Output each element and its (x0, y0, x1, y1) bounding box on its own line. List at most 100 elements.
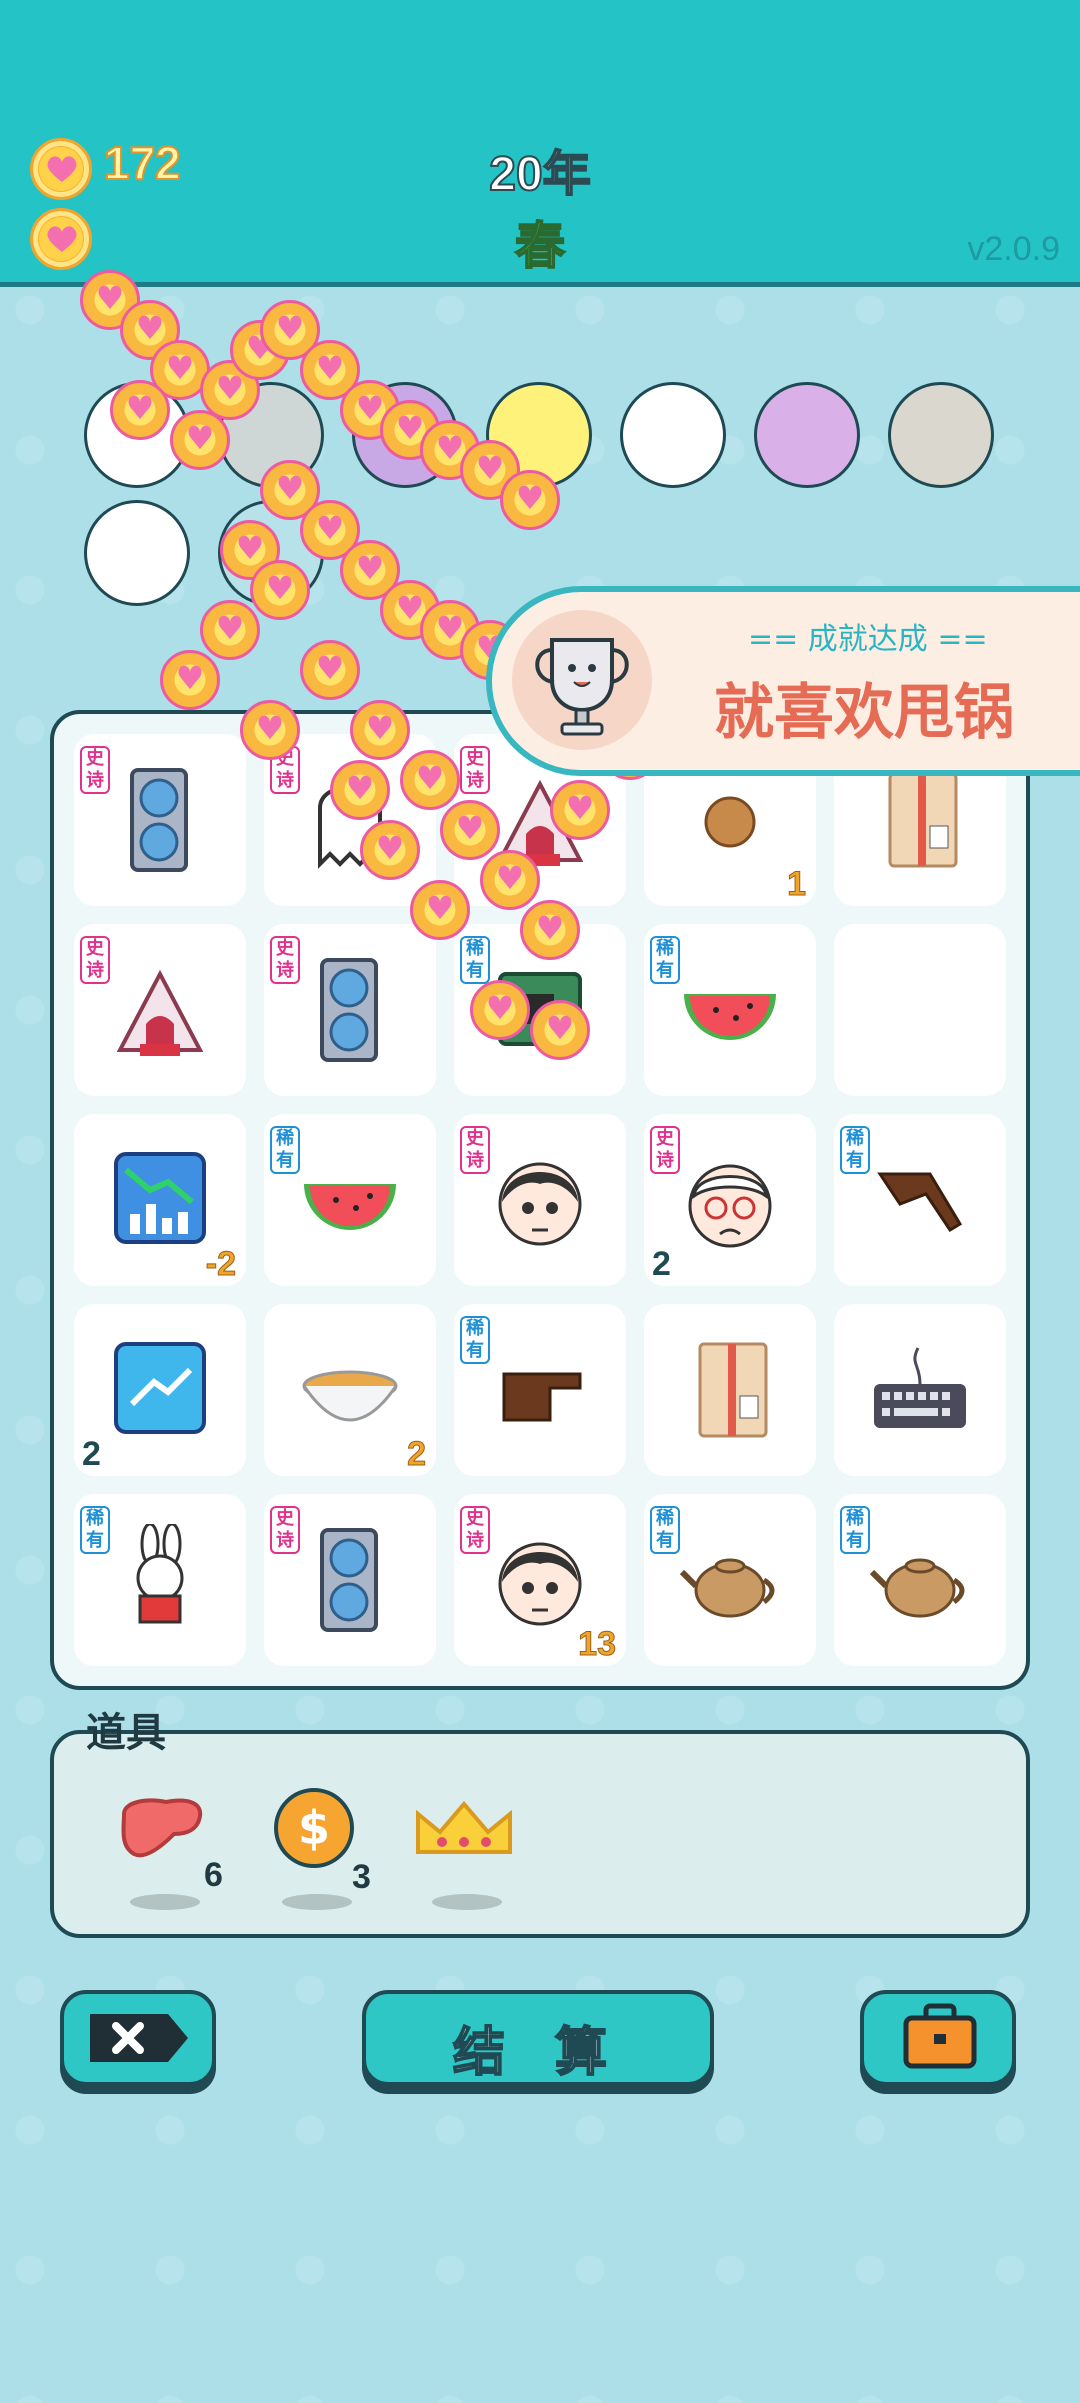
grid-cell[interactable]: 史诗 (264, 1494, 436, 1666)
rarity-tag: 史诗 (460, 1506, 490, 1554)
grid-cell[interactable] (834, 924, 1006, 1096)
dollar-coin-icon: $ (274, 1788, 354, 1868)
flying-coin (530, 1000, 590, 1060)
rice-bowl-icon[interactable] (84, 500, 190, 606)
grid-cell[interactable]: 史诗 13 (454, 1494, 626, 1666)
grid-cell[interactable]: 稀有 (644, 1494, 816, 1666)
item-count: 13 (578, 1625, 617, 1664)
rarity-tag: 稀有 (460, 936, 490, 984)
duck-pot-icon[interactable] (620, 382, 726, 488)
flying-coin (520, 900, 580, 960)
crown-icon (416, 1800, 512, 1854)
falling-chart-icon (114, 1152, 206, 1244)
grid-cell[interactable] (644, 1304, 816, 1476)
liver-icon (121, 1798, 203, 1858)
version-label: v2.0.9 (967, 230, 1060, 268)
svg-text:$: $ (298, 1801, 330, 1855)
flying-coin (360, 820, 420, 880)
achievement-banner: == 成就达成 == 就喜欢甩锅 (486, 586, 1080, 776)
rabbit-icon (136, 1524, 184, 1624)
close-button[interactable] (60, 1990, 216, 2086)
rabbit-icon[interactable] (754, 382, 860, 488)
flying-coin (470, 980, 530, 1040)
settle-button[interactable]: 结 算 (362, 1990, 714, 2086)
soup-bowl-icon (302, 1370, 398, 1422)
pointing-hand-down-icon (877, 1172, 963, 1233)
rarity-tag: 史诗 (80, 746, 110, 794)
grid-cell[interactable]: 稀有 (644, 924, 816, 1096)
grid-cell[interactable]: 史诗 (74, 924, 246, 1096)
screwdriver-icon[interactable] (888, 382, 994, 488)
grid-cell[interactable]: 史诗 (264, 924, 436, 1096)
trophy-icon (512, 610, 652, 750)
dollar-coin-count: 3 (352, 1858, 371, 1896)
flying-coin (160, 650, 220, 710)
rising-chart-icon (114, 1342, 206, 1434)
flying-coin (110, 380, 170, 440)
graphics-card-icon (320, 1528, 378, 1632)
teapot-icon (680, 1558, 775, 1618)
flying-coin (200, 600, 260, 660)
graphics-card-icon (320, 958, 378, 1062)
rarity-tag: 史诗 (460, 1126, 490, 1174)
flying-coin (250, 560, 310, 620)
rarity-tag: 史诗 (270, 936, 300, 984)
flying-coin (440, 800, 500, 860)
item-count: 1 (787, 865, 807, 904)
item-dollar-coin[interactable]: $ 3 (272, 1786, 382, 1914)
rarity-tag: 史诗 (270, 1506, 300, 1554)
close-icon (90, 2014, 188, 2062)
rarity-tag: 稀有 (840, 1506, 870, 1554)
flying-coin (410, 880, 470, 940)
watermelon-icon (304, 1184, 396, 1230)
grid-cell[interactable]: 稀有 (834, 1114, 1006, 1286)
item-count: 2 (652, 1245, 671, 1283)
grid-cell[interactable]: 2 (74, 1304, 246, 1476)
walnut-icon (704, 796, 756, 848)
grid-cell[interactable] (834, 1304, 1006, 1476)
flying-coin (480, 850, 540, 910)
flying-coin (170, 410, 230, 470)
flying-coin (350, 700, 410, 760)
grid-cell[interactable]: 稀有 (264, 1114, 436, 1286)
top-bar: 172 20年 春 v2.0.9 (0, 0, 1080, 287)
teapot-icon (870, 1558, 965, 1618)
grid-cell[interactable]: 稀有 (834, 1494, 1006, 1666)
item-count: 2 (82, 1435, 101, 1473)
rarity-tag: 稀有 (460, 1316, 490, 1364)
bag-button[interactable] (860, 1990, 1016, 2086)
item-count: 2 (407, 1435, 427, 1474)
parcel-box-icon (698, 1342, 768, 1438)
watermelon-icon (684, 994, 776, 1040)
liver-count: 6 (204, 1856, 223, 1894)
grid-cell[interactable]: -2 (74, 1114, 246, 1286)
blushing-face-icon (498, 1542, 582, 1626)
item-crown[interactable] (412, 1796, 522, 1914)
graphics-card-icon (130, 768, 188, 872)
items-label: 道具 (86, 1710, 166, 1756)
grid-cell[interactable]: 稀有 (74, 1494, 246, 1666)
rarity-tag: 稀有 (650, 936, 680, 984)
pointing-hand-right-icon (502, 1372, 582, 1422)
grid-cell[interactable]: 史诗 2 (644, 1114, 816, 1286)
rabbit-tent-icon (116, 969, 204, 1056)
item-count: -2 (205, 1245, 236, 1284)
flying-coin (550, 780, 610, 840)
confused-face-icon (498, 1162, 582, 1246)
rarity-tag: 稀有 (270, 1126, 300, 1174)
rarity-tag: 史诗 (80, 936, 110, 984)
year-label: 20年 (488, 147, 591, 202)
keyboard-icon (874, 1347, 966, 1428)
flying-coin (400, 750, 460, 810)
briefcase-icon (903, 2003, 977, 2069)
flying-coin (330, 760, 390, 820)
parcel-box-icon (888, 772, 958, 868)
grid-cell[interactable]: 史诗 (74, 734, 246, 906)
item-liver[interactable]: 6 (116, 1794, 226, 1914)
rarity-tag: 稀有 (80, 1506, 110, 1554)
flying-coin (240, 700, 300, 760)
grid-cell[interactable]: 稀有 (454, 1304, 626, 1476)
grid-cell[interactable]: 史诗 (454, 1114, 626, 1286)
grid-cell[interactable]: 2 (264, 1304, 436, 1476)
season-label: 春 (514, 216, 566, 276)
